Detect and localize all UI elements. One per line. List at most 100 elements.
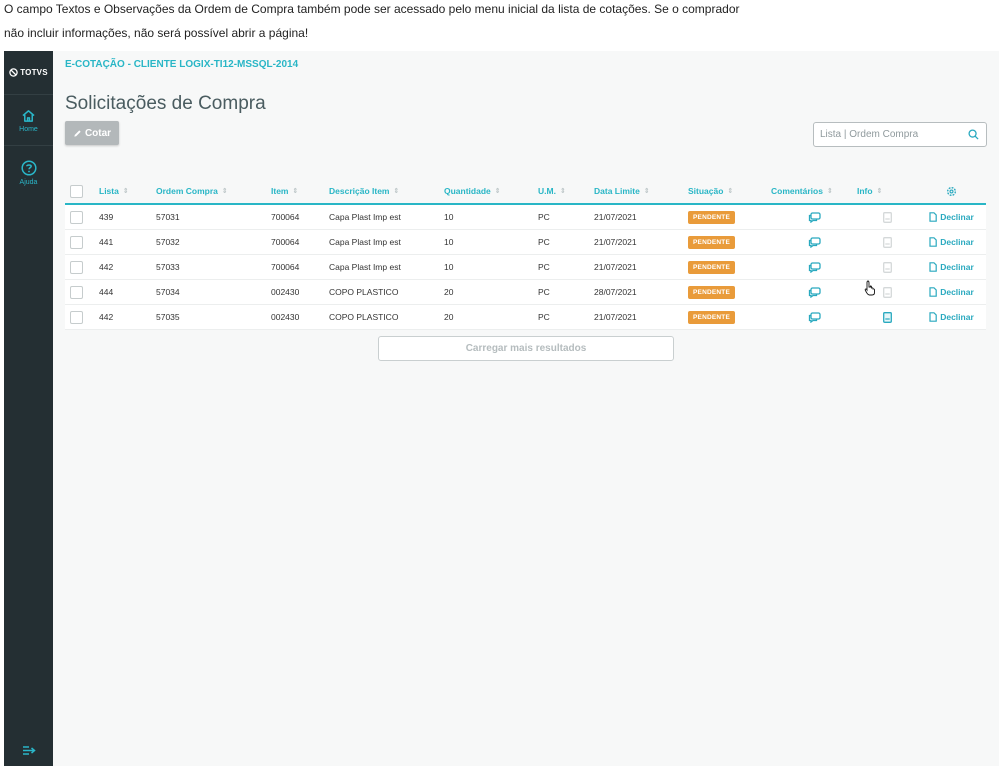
sidebar-item-label: Ajuda bbox=[19, 179, 38, 186]
pencil-icon bbox=[74, 129, 81, 137]
cell-lista: 442 bbox=[99, 262, 114, 272]
comments-icon bbox=[808, 211, 821, 223]
sort-icon: ⇕ bbox=[876, 188, 883, 195]
table-row[interactable]: 442 57033 700064 Capa Plast Imp est 10 PC 21/0… bbox=[65, 255, 986, 280]
client-name: E-COTAÇÃO - CLIENTE LOGIX-TI12-MSSQL-201… bbox=[65, 59, 299, 70]
comments-button[interactable] bbox=[771, 261, 857, 273]
table-row[interactable]: 439 57031 700064 Capa Plast Imp est 10 PC 21/0… bbox=[65, 205, 986, 230]
cell-um: PC bbox=[538, 212, 550, 222]
cell-descricao: COPO PLASTICO bbox=[329, 287, 399, 297]
column-header-situacao[interactable]: Situação ⇕ bbox=[688, 186, 771, 196]
sort-icon: ⇕ bbox=[122, 188, 129, 195]
cell-item: 002430 bbox=[271, 287, 300, 297]
cell-descricao: Capa Plast Imp est bbox=[329, 262, 401, 272]
cell-lista: 444 bbox=[99, 287, 114, 297]
cell-quantidade: 20 bbox=[444, 312, 454, 322]
sidebar-item-ajuda[interactable]: Ajuda bbox=[4, 148, 53, 198]
cell-lista: 442 bbox=[99, 312, 114, 322]
column-header-info[interactable]: Info ⇕ bbox=[857, 186, 917, 196]
search-icon[interactable] bbox=[968, 129, 979, 140]
cell-data: 28/07/2021 bbox=[594, 287, 637, 297]
intro-line-1: O campo Textos e Observações da Ordem de… bbox=[4, 2, 740, 16]
column-settings-button[interactable] bbox=[917, 186, 986, 197]
column-header-comentarios[interactable]: Comentários ⇕ bbox=[771, 186, 857, 196]
sort-icon: ⇕ bbox=[826, 188, 833, 195]
table-body: 439 57031 700064 Capa Plast Imp est 10 PC 21/0… bbox=[65, 205, 986, 330]
decline-button[interactable]: Declinar bbox=[917, 237, 986, 247]
totvs-logo[interactable]: TOTVS bbox=[4, 51, 53, 95]
info-document-icon bbox=[882, 211, 892, 223]
document-icon bbox=[929, 287, 938, 297]
decline-button[interactable]: Declinar bbox=[917, 287, 986, 297]
table-row[interactable]: 442 57035 002430 COPO PLASTICO 20 PC 21/07/202… bbox=[65, 305, 986, 330]
comments-icon bbox=[808, 261, 821, 273]
decline-button[interactable]: Declinar bbox=[917, 212, 986, 222]
comments-button[interactable] bbox=[771, 211, 857, 223]
decline-label: Declinar bbox=[940, 262, 974, 272]
cell-data: 21/07/2021 bbox=[594, 312, 637, 322]
page-title: Solicitações de Compra bbox=[65, 93, 266, 114]
info-button[interactable] bbox=[857, 211, 917, 223]
document-icon bbox=[929, 237, 938, 247]
quotation-table: Lista ⇕ Ordem Compra ⇕ Item ⇕ Descrição Ite… bbox=[65, 179, 986, 330]
column-header-um[interactable]: U.M. ⇕ bbox=[538, 186, 594, 196]
sidebar: TOTVS Home Ajuda bbox=[4, 51, 53, 766]
comments-button[interactable] bbox=[771, 236, 857, 248]
intro-line-2: não incluir informações, não será possív… bbox=[4, 26, 309, 40]
decline-button[interactable]: Declinar bbox=[917, 262, 986, 272]
info-document-icon bbox=[882, 286, 892, 298]
main-content: E-COTAÇÃO - CLIENTE LOGIX-TI12-MSSQL-201… bbox=[53, 51, 999, 766]
intro-text: O campo Textos e Observações da Ordem de… bbox=[4, 0, 994, 50]
cell-item: 002430 bbox=[271, 312, 300, 322]
info-button[interactable] bbox=[857, 311, 917, 323]
decline-button[interactable]: Declinar bbox=[917, 312, 986, 322]
search-box bbox=[813, 122, 987, 147]
cell-quantidade: 10 bbox=[444, 237, 454, 247]
sort-icon: ⇕ bbox=[393, 188, 400, 195]
sidebar-expand-button[interactable] bbox=[4, 745, 53, 756]
row-checkbox[interactable] bbox=[70, 285, 83, 299]
cell-data: 21/07/2021 bbox=[594, 262, 637, 272]
document-icon bbox=[929, 262, 938, 272]
comments-button[interactable] bbox=[771, 286, 857, 298]
cell-ordem: 57033 bbox=[156, 262, 180, 272]
column-header-data-limite[interactable]: Data Limite ⇕ bbox=[594, 186, 688, 196]
row-checkbox[interactable] bbox=[70, 235, 83, 249]
column-header-quantidade[interactable]: Quantidade ⇕ bbox=[444, 186, 538, 196]
comments-icon bbox=[808, 286, 821, 298]
cell-um: PC bbox=[538, 237, 550, 247]
status-badge: PENDENTE bbox=[688, 260, 735, 274]
mouse-pointer-icon bbox=[864, 280, 875, 296]
row-checkbox[interactable] bbox=[70, 260, 83, 274]
status-badge: PENDENTE bbox=[688, 285, 735, 299]
column-header-lista[interactable]: Lista ⇕ bbox=[99, 186, 156, 196]
cell-quantidade: 10 bbox=[444, 212, 454, 222]
document-icon bbox=[929, 312, 938, 322]
cell-data: 21/07/2021 bbox=[594, 212, 637, 222]
sidebar-item-label: Home bbox=[19, 125, 38, 133]
info-button[interactable] bbox=[857, 236, 917, 248]
row-checkbox[interactable] bbox=[70, 210, 83, 224]
cell-data: 21/07/2021 bbox=[594, 237, 637, 247]
totvs-logo-icon bbox=[9, 68, 18, 77]
column-header-item[interactable]: Item ⇕ bbox=[271, 186, 329, 196]
info-document-icon bbox=[882, 261, 892, 273]
select-all-checkbox[interactable] bbox=[70, 184, 83, 198]
column-header-descricao[interactable]: Descrição Item ⇕ bbox=[329, 186, 444, 196]
search-input[interactable] bbox=[814, 123, 964, 146]
cell-descricao: COPO PLASTICO bbox=[329, 312, 399, 322]
info-button[interactable] bbox=[857, 261, 917, 273]
cell-lista: 439 bbox=[99, 212, 114, 222]
table-row[interactable]: 444 57034 002430 COPO PLASTICO 20 PC 28/07/202… bbox=[65, 280, 986, 305]
load-more-button[interactable]: Carregar mais resultados bbox=[378, 336, 674, 361]
column-header-ordem-compra[interactable]: Ordem Compra ⇕ bbox=[156, 186, 271, 196]
row-checkbox[interactable] bbox=[70, 310, 83, 324]
cotar-button[interactable]: Cotar bbox=[65, 121, 119, 145]
sidebar-item-home[interactable]: Home bbox=[4, 96, 53, 146]
table-row[interactable]: 441 57032 700064 Capa Plast Imp est 10 PC 21/0… bbox=[65, 230, 986, 255]
document-icon bbox=[929, 212, 938, 222]
cell-quantidade: 10 bbox=[444, 262, 454, 272]
comments-button[interactable] bbox=[771, 311, 857, 323]
cell-lista: 441 bbox=[99, 237, 114, 247]
cell-item: 700064 bbox=[271, 237, 300, 247]
